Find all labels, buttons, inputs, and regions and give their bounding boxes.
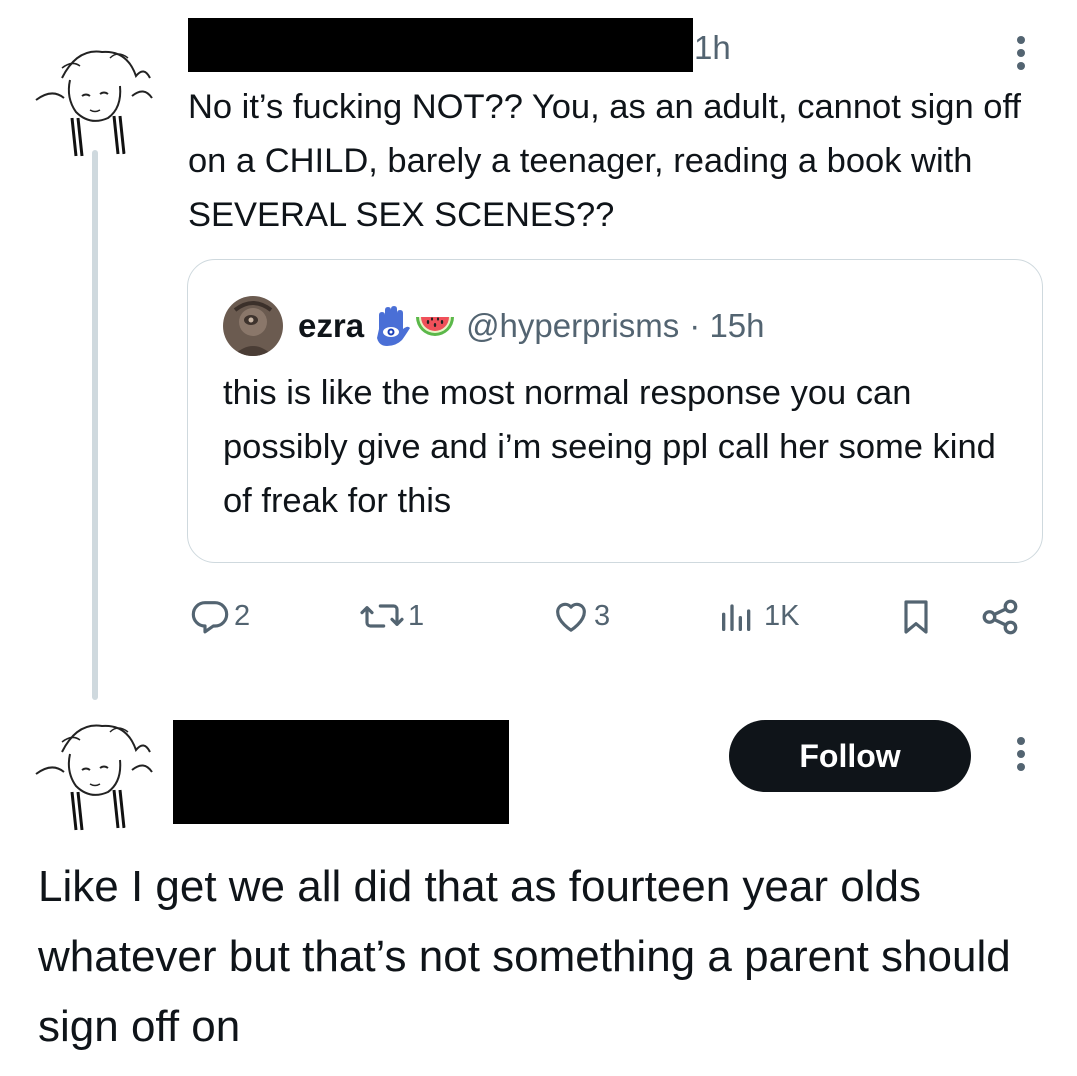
repost-icon [360,604,404,628]
redacted-username [188,18,693,72]
share-icon [982,599,1018,635]
like-button[interactable]: 3 [550,596,610,636]
quoted-tweet-header: ezra @hyperprisms · 15h [298,301,765,351]
more-options-icon[interactable] [1011,36,1031,75]
heart-icon [556,602,586,632]
views-button[interactable]: 1K [716,596,799,636]
share-button[interactable] [978,596,1022,638]
quoted-author-avatar[interactable] [223,296,283,356]
reply-author-avatar[interactable] [32,38,156,162]
quoted-tweet-card[interactable]: ezra @hyperprisms · 15h this is like the… [187,259,1043,563]
view-count: 1K [764,599,800,632]
reply-timestamp[interactable]: 1h [694,24,731,72]
bookmark-icon [904,600,928,634]
watermelon-icon [414,305,456,347]
repost-count: 1 [408,599,425,632]
reply-button[interactable]: 2 [190,596,250,636]
quoted-timestamp[interactable]: · 15h [689,307,764,345]
analytics-icon [722,604,751,631]
more-options-icon[interactable] [1011,737,1031,776]
redacted-author-name [173,720,509,824]
reply-count: 2 [234,599,251,632]
main-author-avatar[interactable] [32,712,156,836]
main-tweet-text: Like I get we all did that as fourteen y… [38,862,1011,1051]
tweet-action-bar: 2 1 3 1K [0,590,1077,646]
follow-button[interactable]: Follow [729,720,971,792]
quoted-author-name[interactable]: ezra [298,307,364,345]
hamsa-icon [370,305,412,347]
bookmark-button[interactable] [896,596,936,638]
repost-button[interactable]: 1 [358,596,424,636]
reply-tweet-text: No it’s fucking NOT?? You, as an adult, … [188,88,1022,234]
reply-icon [191,601,229,634]
like-count: 3 [594,599,611,632]
quoted-tweet-text: this is like the most normal response yo… [223,374,996,520]
quoted-author-handle[interactable]: @hyperprisms [466,307,679,345]
